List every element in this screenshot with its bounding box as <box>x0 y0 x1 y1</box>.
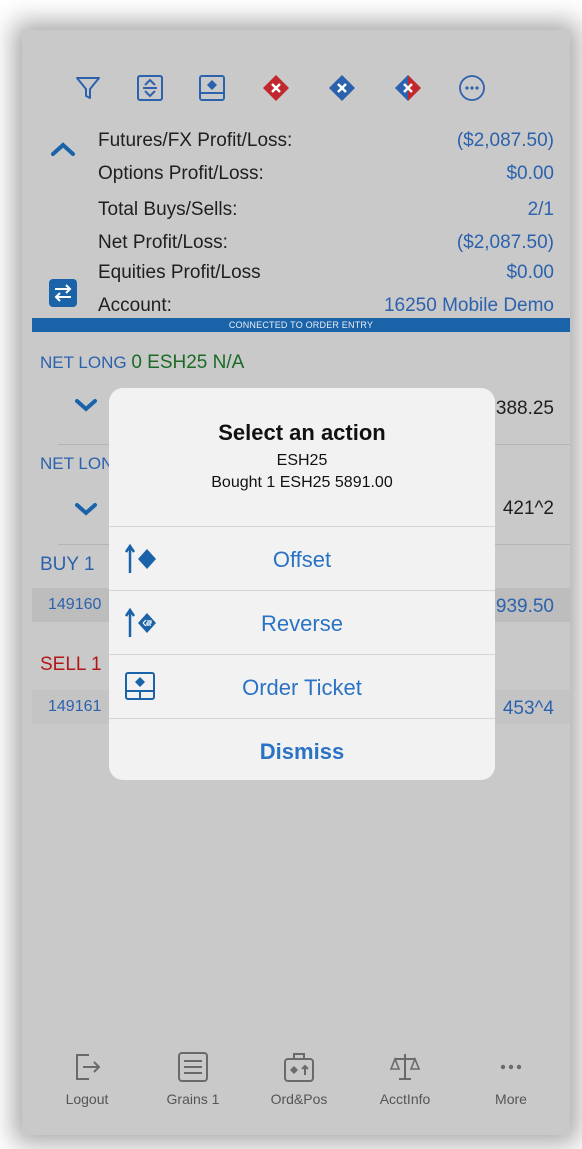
tab-acctinfo-label: AcctInfo <box>379 1091 431 1107</box>
expand-collapse-icon[interactable] <box>134 72 166 104</box>
options-pl-label: Options Profit/Loss: <box>98 163 264 184</box>
account-value: 16250 Mobile Demo <box>383 295 554 316</box>
net-pl-row: Net Profit/Loss: ($2,087.50) <box>98 232 554 262</box>
buy-order-label[interactable]: BUY 1 <box>40 554 95 576</box>
chevron-down-icon[interactable] <box>74 502 98 516</box>
total-buys-sells-label: Total Buys/Sells: <box>98 199 238 220</box>
dialog-symbol: ESH25 <box>276 452 328 469</box>
cancel-sells-icon[interactable] <box>392 72 424 104</box>
account-label: Account: <box>98 295 172 316</box>
chevron-up-icon[interactable] <box>50 140 76 158</box>
order-ticket-icon[interactable] <box>196 72 228 104</box>
equities-pl-label: Equities Profit/Loss <box>98 262 261 283</box>
cancel-all-icon[interactable] <box>260 72 292 104</box>
dismiss-button[interactable]: Dismiss <box>109 718 495 780</box>
reverse-label: Reverse <box>261 611 343 636</box>
tab-logout-label: Logout <box>65 1091 109 1107</box>
buy-order-price: 939.50 <box>495 596 554 617</box>
switch-account-icon[interactable] <box>48 278 78 308</box>
futures-pl-label: Futures/FX Profit/Loss: <box>98 130 293 151</box>
positions-screen: Futures/FX Profit/Loss: ($2,087.50) Opti… <box>22 30 570 1135</box>
tab-ordpos[interactable]: Ord&Pos <box>254 1049 344 1107</box>
chevron-down-icon[interactable] <box>74 398 98 412</box>
dialog-title: Select an action <box>218 420 386 445</box>
tab-more[interactable]: More <box>466 1049 556 1107</box>
tab-acctinfo[interactable]: AcctInfo <box>360 1049 450 1107</box>
sell-order-label[interactable]: SELL 1 <box>40 654 102 676</box>
equities-pl-value: $0.00 <box>506 262 554 283</box>
dialog-fill-detail: Bought 1 ESH25 5891.00 <box>211 474 393 491</box>
logout-icon <box>76 1054 101 1080</box>
net-long-label: NET LONG <box>40 353 127 372</box>
select-action-dialog: Select an action ESH25 Bought 1 ESH25 58… <box>109 388 495 780</box>
equities-pl-row: Equities Profit/Loss $0.00 <box>98 262 554 292</box>
net-long-header-2[interactable]: NET LON <box>40 454 113 474</box>
net-long-header[interactable]: NET LONG 0 ESH25 N/A <box>40 352 244 374</box>
tab-grains-label: Grains 1 <box>166 1091 220 1107</box>
offset-label: Offset <box>272 547 332 572</box>
more-circle-icon[interactable] <box>456 72 488 104</box>
net-long-detail: 0 ESH25 N/A <box>131 352 245 373</box>
order-ticket-button[interactable]: Order Ticket <box>109 654 495 717</box>
futures-pl-row: Futures/FX Profit/Loss: ($2,087.50) <box>98 130 554 160</box>
offset-button[interactable]: Offset <box>109 526 495 589</box>
sell-order-id: 149161 <box>48 698 102 715</box>
sell-order-price: 453^4 <box>502 698 554 719</box>
net-pl-label: Net Profit/Loss: <box>98 232 228 253</box>
tab-more-label: More <box>495 1091 527 1107</box>
briefcase-icon <box>284 1053 314 1082</box>
tab-bar: Logout Grains 1 Ord&Pos AcctInfo More <box>22 1039 570 1135</box>
buy-order-id: 149160 <box>48 596 102 613</box>
options-pl-value: $0.00 <box>506 163 554 184</box>
net-long-label-2: NET LON <box>40 454 114 473</box>
phone-frame: Futures/FX Profit/Loss: ($2,087.50) Opti… <box>22 30 570 1135</box>
total-buys-sells-row: Total Buys/Sells: 2/1 <box>98 199 554 229</box>
reverse-button[interactable]: Reverse <box>109 590 495 653</box>
filter-icon[interactable] <box>72 72 104 104</box>
quote-board-icon <box>178 1052 208 1082</box>
connection-status-bar: CONNECTED TO ORDER ENTRY <box>32 318 570 332</box>
tab-ordpos-label: Ord&Pos <box>270 1091 328 1107</box>
position-value-1: 388.25 <box>495 398 554 419</box>
order-ticket-label: Order Ticket <box>242 675 362 700</box>
tab-logout[interactable]: Logout <box>42 1049 132 1107</box>
cancel-buys-icon[interactable] <box>326 72 358 104</box>
tab-grains[interactable]: Grains 1 <box>148 1049 238 1107</box>
toolbar <box>62 72 530 108</box>
more-dots-icon <box>500 1064 522 1070</box>
net-pl-value: ($2,087.50) <box>456 232 554 253</box>
futures-pl-value: ($2,087.50) <box>456 130 554 151</box>
total-buys-sells-value: 2/1 <box>527 199 554 220</box>
options-pl-row: Options Profit/Loss: $0.00 <box>98 163 554 193</box>
dismiss-label: Dismiss <box>259 739 345 764</box>
position-value-2: 421^2 <box>502 498 554 519</box>
balance-scale-icon <box>389 1054 421 1080</box>
